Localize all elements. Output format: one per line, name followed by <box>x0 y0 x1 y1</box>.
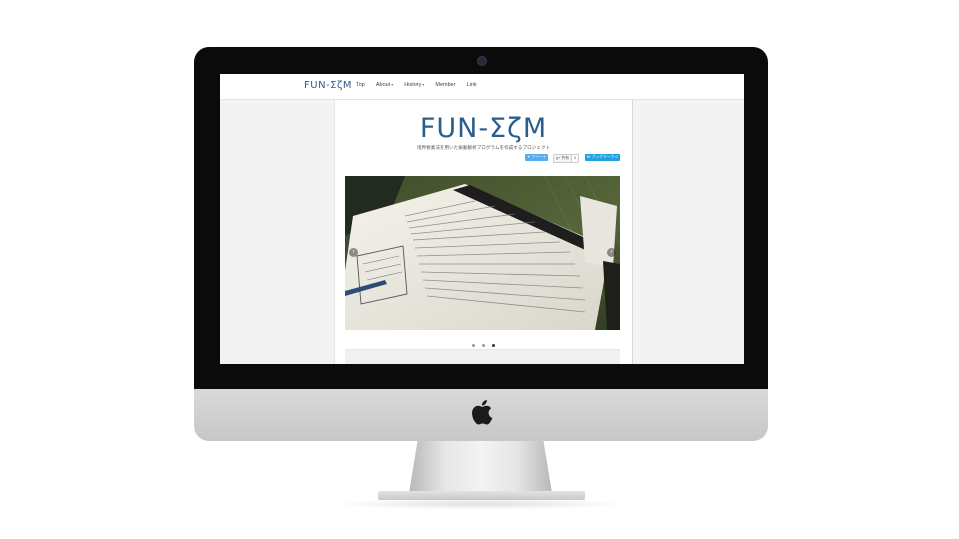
gplus-share-button[interactable]: g+ 共有 <box>553 154 572 163</box>
tweet-button[interactable]: ✦ ツイート <box>525 154 549 161</box>
bookmark-icon: B! <box>587 155 591 159</box>
camera-icon <box>477 56 487 66</box>
nav-logo[interactable]: FUN-ΣζM <box>304 80 352 91</box>
chevron-down-icon: ▾ <box>422 82 425 87</box>
chevron-down-icon: ▾ <box>391 82 394 87</box>
apple-icon <box>472 400 493 425</box>
slider-dot-active[interactable] <box>492 344 496 347</box>
image-slider[interactable]: ‹ › <box>345 176 620 330</box>
nav-menu: Top About▾ History▾ Member Link <box>356 82 488 88</box>
slider-next-button[interactable]: › <box>607 248 616 257</box>
share-buttons: ✦ ツイート g+ 共有 0 B! ブックマーク 0 <box>335 154 632 163</box>
hatena-bookmark-button[interactable]: B! ブックマーク 0 <box>585 154 620 161</box>
nav-item-link[interactable]: Link <box>467 82 477 88</box>
stand-shadow <box>330 498 630 510</box>
stand-neck <box>409 441 552 493</box>
twitter-icon: ✦ <box>527 155 531 159</box>
main-content: FUN-ΣζM 境界要素法を用いた振動解析プログラムを作成するプロジェクト ✦ … <box>334 100 633 364</box>
site-tagline: 境界要素法を用いた振動解析プログラムを作成するプロジェクト <box>416 145 551 150</box>
slider-prev-button[interactable]: ‹ <box>349 248 358 257</box>
gplus-icon: g+ <box>556 156 561 160</box>
nav-item-member[interactable]: Member <box>435 82 455 88</box>
slider-dot[interactable] <box>471 344 475 347</box>
nav-item-top[interactable]: Top <box>356 82 365 88</box>
screen: FUN-ΣζM Top About▾ History▾ Member Link … <box>220 74 744 364</box>
slider-dot[interactable] <box>482 344 485 347</box>
slide-photo <box>345 176 620 330</box>
gplus-count: 0 <box>571 154 580 163</box>
site-navbar: FUN-ΣζM Top About▾ History▾ Member Link <box>220 74 744 100</box>
nav-item-history[interactable]: History▾ <box>404 82 424 88</box>
content-card <box>345 349 620 364</box>
site-title: FUN-ΣζM <box>419 113 548 144</box>
nav-item-about[interactable]: About▾ <box>376 82 393 88</box>
